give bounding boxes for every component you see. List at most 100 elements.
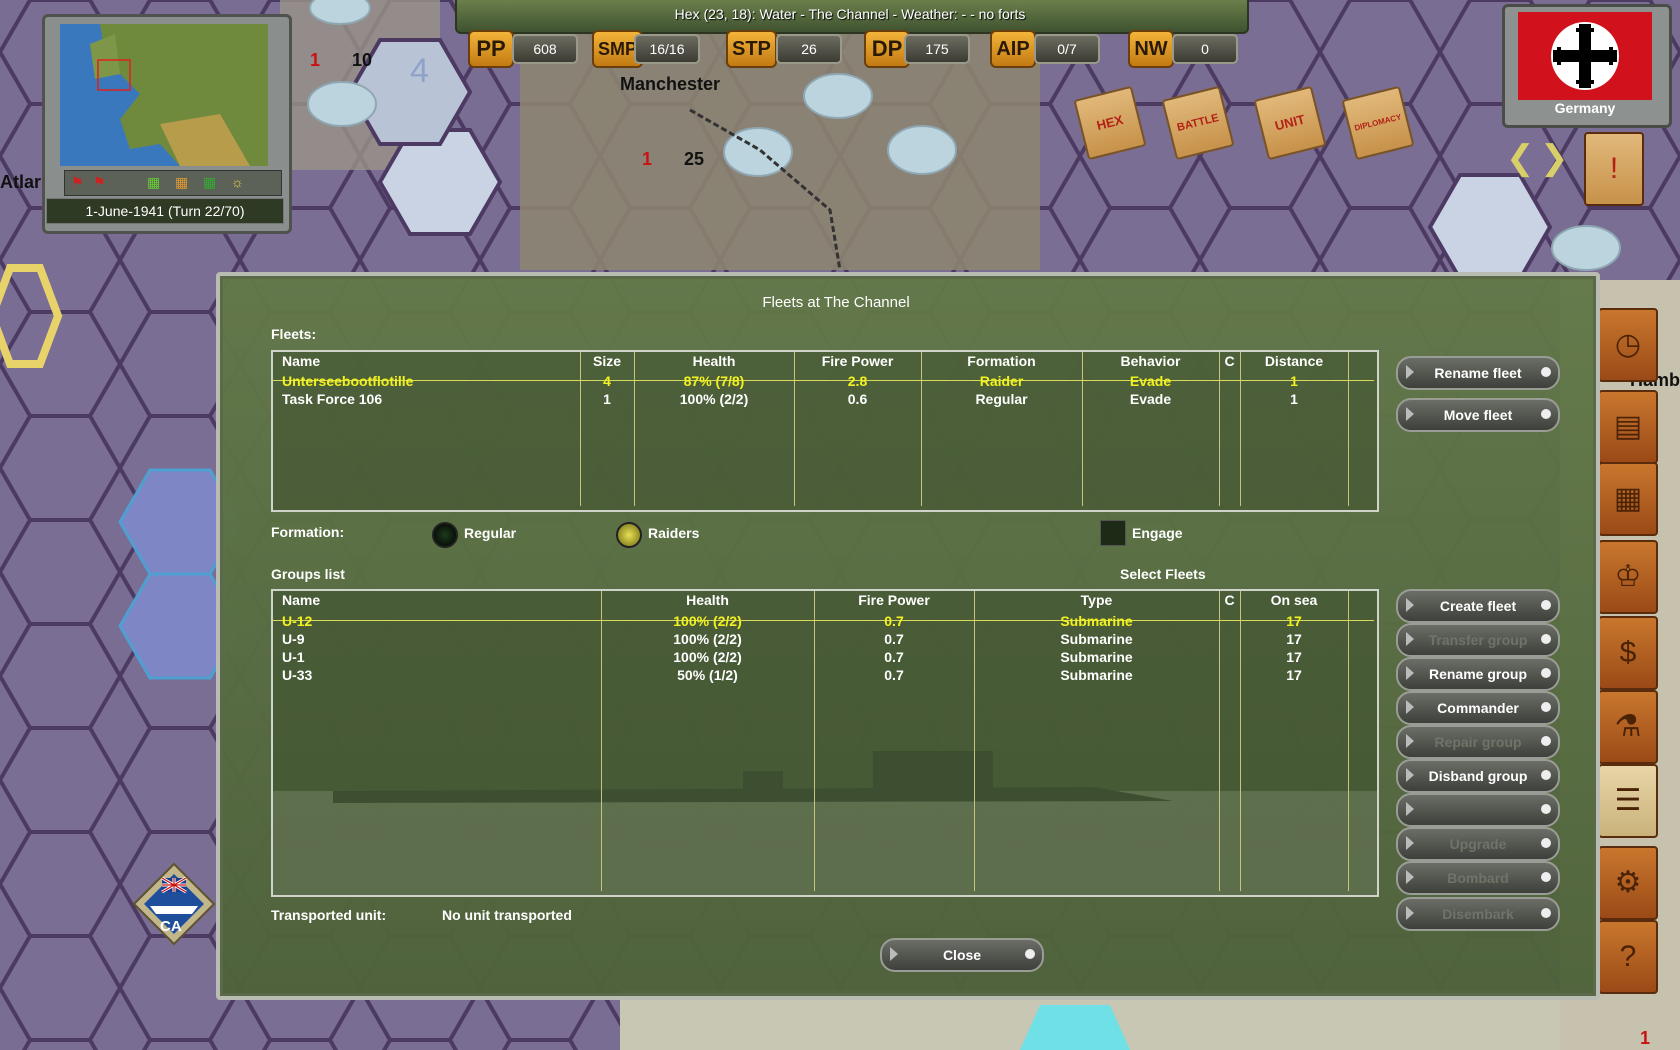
formation-raiders-radio[interactable] — [616, 522, 642, 548]
group-type: Submarine — [1060, 667, 1133, 683]
aip-icon[interactable]: AIP — [990, 30, 1036, 68]
minimap[interactable] — [60, 24, 268, 166]
group-firepower: 0.7 — [884, 649, 904, 665]
map-corner-red: 1 — [1640, 1028, 1651, 1048]
production-icon[interactable]: ▦ — [1598, 462, 1658, 536]
help-icon[interactable]: ? — [1598, 920, 1658, 994]
nw-icon[interactable]: NW — [1128, 30, 1174, 68]
engage-checkbox[interactable] — [1100, 520, 1126, 546]
fleet-formation: Raider — [979, 373, 1024, 389]
commander-button[interactable]: Commander — [1396, 691, 1560, 725]
alert-advisor-icon[interactable]: ! — [1584, 132, 1644, 206]
previous-nation-icon[interactable]: ❮ — [1506, 138, 1535, 178]
clock-icon[interactable]: ◷ — [1598, 308, 1658, 382]
group-firepower: 0.7 — [884, 667, 904, 683]
group-health: 100% (2/2) — [673, 613, 742, 629]
flag-pin-icon-2[interactable]: ⚑ — [93, 174, 106, 191]
settings-gear-icon[interactable]: ⚙ — [1598, 846, 1658, 920]
fleet-distance: 1 — [1290, 391, 1298, 407]
arrow-icon — [1406, 407, 1414, 421]
group-onsea: 17 — [1286, 667, 1302, 683]
groups-col-name[interactable]: Name — [282, 592, 320, 608]
formation-regular-radio[interactable] — [432, 522, 458, 548]
move-fleet-button[interactable]: Move fleet — [1396, 398, 1560, 432]
engage-label: Engage — [1132, 525, 1183, 541]
rename-group-button[interactable]: Rename group — [1396, 657, 1560, 691]
groups-col-type[interactable]: Type — [974, 592, 1219, 608]
government-icon[interactable]: ♔ — [1598, 540, 1658, 614]
fleets-col-health[interactable]: Health — [634, 353, 794, 369]
arrow-icon — [1406, 666, 1414, 680]
repair-group-button[interactable]: Repair group — [1396, 725, 1560, 759]
arrow-icon — [1406, 802, 1414, 816]
knob-icon — [1541, 770, 1551, 780]
filter-icon[interactable]: ▦ — [147, 174, 160, 191]
arrow-icon — [1406, 734, 1414, 748]
fleets-col-formation[interactable]: Formation — [921, 353, 1082, 369]
rename-fleet-button[interactable]: Rename fleet — [1396, 356, 1560, 390]
knob-icon — [1541, 668, 1551, 678]
knob-icon — [1541, 908, 1551, 918]
germany-flag-icon[interactable] — [1518, 12, 1652, 100]
group-health: 50% (1/2) — [677, 667, 738, 683]
aip-value: 0/7 — [1034, 34, 1100, 64]
groups-col-health[interactable]: Health — [601, 592, 814, 608]
bombard-button[interactable]: Bombard — [1396, 861, 1560, 895]
flag-pin-icon[interactable]: ⚑ — [71, 174, 84, 191]
formation-raiders-label: Raiders — [648, 525, 700, 541]
arrow-icon — [1406, 906, 1414, 920]
fleets-col-distance[interactable]: Distance — [1240, 353, 1348, 369]
next-nation-icon[interactable]: ❯ — [1540, 138, 1569, 178]
report-document-icon[interactable]: ☰ — [1598, 764, 1658, 838]
fleets-col-c[interactable]: C — [1219, 353, 1240, 369]
transfer-group-button[interactable]: Transfer group — [1396, 623, 1560, 657]
disembark-button[interactable]: Disembark — [1396, 897, 1560, 931]
formation-regular-label: Regular — [464, 525, 517, 541]
group-name: U-12 — [282, 613, 313, 629]
stp-icon[interactable]: STP — [726, 30, 777, 68]
weather-icon[interactable]: ☼ — [231, 174, 244, 190]
group-onsea: 17 — [1286, 613, 1302, 629]
arrow-icon — [1406, 870, 1414, 884]
fleets-col-firepower[interactable]: Fire Power — [794, 353, 921, 369]
finance-icon[interactable]: $ — [1598, 616, 1658, 690]
blank-action-button[interactable] — [1396, 793, 1560, 827]
research-books-icon[interactable]: ▤ — [1598, 390, 1658, 464]
fleet-behavior: Evade — [1129, 373, 1172, 389]
group-health: 100% (2/2) — [673, 649, 742, 665]
naval-unit-counter[interactable]: CA — [132, 862, 216, 946]
map-strength-value-2: 25 — [684, 149, 705, 169]
knob-icon — [1541, 838, 1551, 848]
fleets-col-size[interactable]: Size — [580, 353, 634, 369]
supply-icon[interactable]: ▦ — [175, 174, 188, 191]
fleets-col-name[interactable]: Name — [282, 353, 320, 369]
smp-value: 16/16 — [634, 34, 700, 64]
group-name: U-33 — [282, 667, 313, 683]
pp-icon[interactable]: PP — [468, 30, 514, 68]
fleets-col-behavior[interactable]: Behavior — [1082, 353, 1219, 369]
knob-icon — [1541, 600, 1551, 610]
knob-icon — [1541, 736, 1551, 746]
upgrade-button[interactable]: Upgrade — [1396, 827, 1560, 861]
fleet-health: 100% (2/2) — [679, 391, 749, 407]
fleets-label: Fleets: — [271, 326, 317, 342]
fleet-formation: Regular — [975, 391, 1028, 407]
knob-icon — [1541, 367, 1551, 377]
create-fleet-button[interactable]: Create fleet — [1396, 589, 1560, 623]
close-button[interactable]: Close — [880, 938, 1044, 972]
minimap-toolbar: ⚑ ⚑ ▦ ▦ ▦ ☼ — [64, 170, 282, 196]
nation-name: Germany — [1554, 100, 1616, 116]
group-name: U-9 — [282, 631, 305, 647]
terrain-icon[interactable]: ▦ — [203, 174, 216, 191]
pp-value: 608 — [512, 34, 578, 64]
disband-group-button[interactable]: Disband group — [1396, 759, 1560, 793]
arrow-icon — [1406, 365, 1414, 379]
map-strength-red-2: 1 — [642, 149, 653, 169]
groups-col-firepower[interactable]: Fire Power — [814, 592, 974, 608]
map-strength-red: 1 — [310, 50, 321, 70]
science-flask-icon[interactable]: ⚗ — [1598, 690, 1658, 764]
select-fleets-label: Select Fleets — [1120, 566, 1206, 582]
groups-col-c[interactable]: C — [1219, 592, 1240, 608]
arrow-icon — [1406, 836, 1414, 850]
groups-col-onsea[interactable]: On sea — [1240, 592, 1348, 608]
